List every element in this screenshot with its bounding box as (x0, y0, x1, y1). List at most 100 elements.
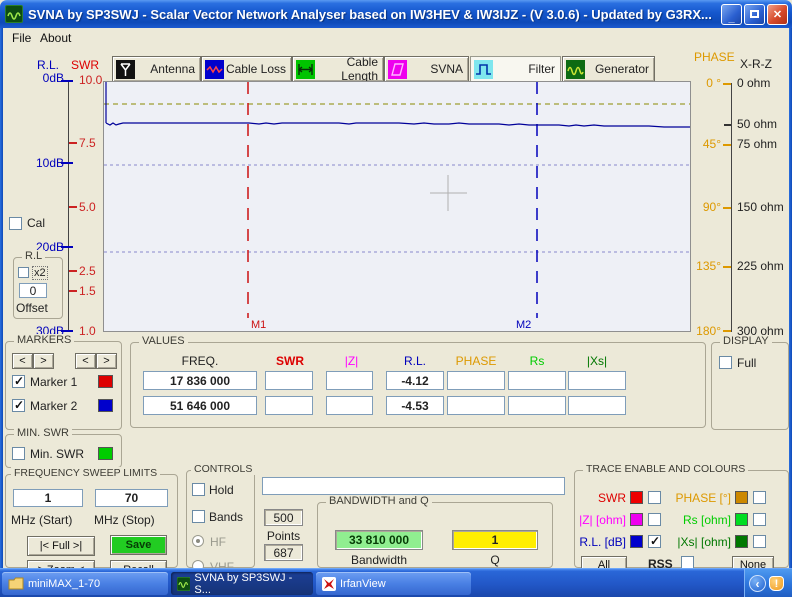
trace-rs-checkbox[interactable] (753, 513, 766, 526)
marker2-next-button[interactable]: > (96, 353, 117, 369)
update-notification-icon[interactable]: ! (769, 576, 784, 591)
menu-bar: File About (3, 28, 789, 46)
min-swr-group-title: MIN. SWR (14, 427, 72, 439)
marker1-prev-button[interactable]: < (12, 353, 33, 369)
hf-radio[interactable] (192, 535, 204, 547)
full-checkbox[interactable] (719, 356, 732, 369)
window-frame-left (0, 28, 3, 568)
values-header-freq: FREQ. (170, 354, 230, 368)
marker1-color-swatch[interactable] (98, 375, 113, 388)
bandwidth-group-title: BANDWIDTH and Q (326, 495, 432, 507)
system-tray: ‹ ! (744, 569, 792, 597)
tray-collapse-chevron-icon[interactable]: ‹ (749, 575, 766, 592)
x2-checkbox[interactable] (18, 267, 29, 278)
hold-checkbox[interactable] (192, 483, 205, 496)
swr-tickmark (69, 206, 77, 208)
generator-button[interactable]: Generator (562, 56, 655, 82)
phase-tickmark (723, 144, 731, 146)
phase-tick-45: 45° (686, 137, 721, 151)
cable-loss-button-label: Cable Loss (225, 62, 291, 76)
trace-phase-swatch[interactable] (735, 491, 748, 504)
trace-rs-swatch[interactable] (735, 513, 748, 526)
trace-swr-label: SWR (578, 491, 626, 505)
trace-phase-checkbox[interactable] (753, 491, 766, 504)
trace-rl-swatch[interactable] (630, 535, 643, 548)
ohm-tick-150: 150 ohm (737, 200, 784, 214)
cal-checkbox[interactable] (9, 217, 22, 230)
title-bar[interactable]: SVNA by SP3SWJ - Scalar Vector Network A… (0, 0, 792, 28)
min-swr-checkbox[interactable] (12, 447, 25, 460)
cal-label: Cal (27, 216, 45, 230)
filter-button[interactable]: Filter (470, 56, 561, 82)
irfanview-icon (322, 577, 336, 591)
offset-input[interactable]: 0 (19, 283, 47, 298)
marker2-color-swatch[interactable] (98, 399, 113, 412)
trace-z-checkbox[interactable] (648, 513, 661, 526)
menu-file[interactable]: File (9, 30, 34, 46)
antenna-button-label: Antenna (136, 62, 200, 76)
trace-swr-checkbox[interactable] (648, 491, 661, 504)
marker2-checkbox[interactable] (12, 399, 25, 412)
phase-tickmark (723, 83, 731, 85)
full-span-button[interactable]: |< Full >| (27, 536, 95, 556)
values-header-xs: |Xs| (568, 354, 626, 368)
maximize-button[interactable] (744, 4, 765, 25)
phase-axis-title: PHASE (694, 50, 735, 64)
points-display: 500 (264, 509, 303, 526)
menu-about[interactable]: About (37, 30, 74, 46)
values-header-swr: SWR (267, 354, 313, 368)
freq-value-m2[interactable]: 51 646 000 (143, 396, 257, 415)
freq-stop-input[interactable]: 70 (95, 489, 168, 507)
freq-start-label: MHz (Start) (11, 513, 72, 527)
display-group-title: DISPLAY (720, 335, 772, 347)
antenna-button[interactable]: Antenna (112, 56, 201, 82)
values-header-z: |Z| (328, 354, 375, 368)
trace-rl-checkbox[interactable] (648, 535, 661, 548)
rs-value-m1 (508, 371, 566, 390)
min-swr-color-swatch[interactable] (98, 447, 113, 460)
cable-loss-button[interactable]: Cable Loss (201, 56, 292, 82)
app-icon (5, 5, 23, 23)
trace-xs-swatch[interactable] (735, 535, 748, 548)
trace-z-swatch[interactable] (630, 513, 643, 526)
cable-length-button-label: Cable Length (316, 55, 383, 83)
swr-tick-10: 10.0 (79, 73, 102, 87)
trace-xs-checkbox[interactable] (753, 535, 766, 548)
generator-icon (565, 59, 586, 80)
controls-group-title: CONTROLS (191, 463, 255, 475)
points-label: Points (262, 529, 305, 543)
marker1-next-button[interactable]: > (33, 353, 54, 369)
swr-tick-7-5: 7.5 (79, 136, 96, 150)
taskbar-task-minimax[interactable]: miniMAX_1-70 (2, 572, 168, 595)
taskbar-task-irfanview[interactable]: IrfanView (316, 572, 471, 595)
freq-start-input[interactable]: 1 (13, 489, 83, 507)
ohm-tick-50: 50 ohm (737, 117, 777, 131)
cable-length-button[interactable]: Cable Length (292, 56, 384, 82)
trace-xs-label: |Xs| [ohm] (674, 535, 731, 549)
marker1-checkbox[interactable] (12, 375, 25, 388)
svna-button[interactable]: SVNA (384, 56, 469, 82)
save-button[interactable]: Save (110, 535, 167, 555)
swr-value-m1 (265, 371, 313, 390)
markers-group-title: MARKERS (14, 334, 74, 346)
marker2-label: M2 (516, 319, 531, 331)
minimize-button[interactable]: _ (721, 4, 742, 25)
taskbar-task-svna[interactable]: SVNA by SP3SWJ - S... (171, 572, 313, 595)
bandwidth-label: Bandwidth (335, 553, 423, 567)
values-header-phase: PHASE (447, 354, 505, 368)
cable-loss-icon (204, 59, 225, 80)
bands-label: Bands (209, 510, 243, 524)
close-button[interactable]: ✕ (767, 4, 788, 25)
marker2-prev-button[interactable]: < (75, 353, 96, 369)
svna-icon (387, 59, 408, 80)
status-text-input[interactable] (262, 477, 565, 495)
freq-value-m1[interactable]: 17 836 000 (143, 371, 257, 390)
rl-value-m2: -4.53 (386, 396, 444, 415)
ohm-tick-75: 75 ohm (737, 137, 777, 151)
rl-offset-group-title: R.L (22, 250, 45, 262)
trace-swr-swatch[interactable] (630, 491, 643, 504)
phase-tick-180: 180° (686, 324, 721, 338)
bands-checkbox[interactable] (192, 510, 205, 523)
chart-area[interactable]: M1 M2 (103, 81, 691, 332)
values-group-title: VALUES (139, 335, 188, 347)
